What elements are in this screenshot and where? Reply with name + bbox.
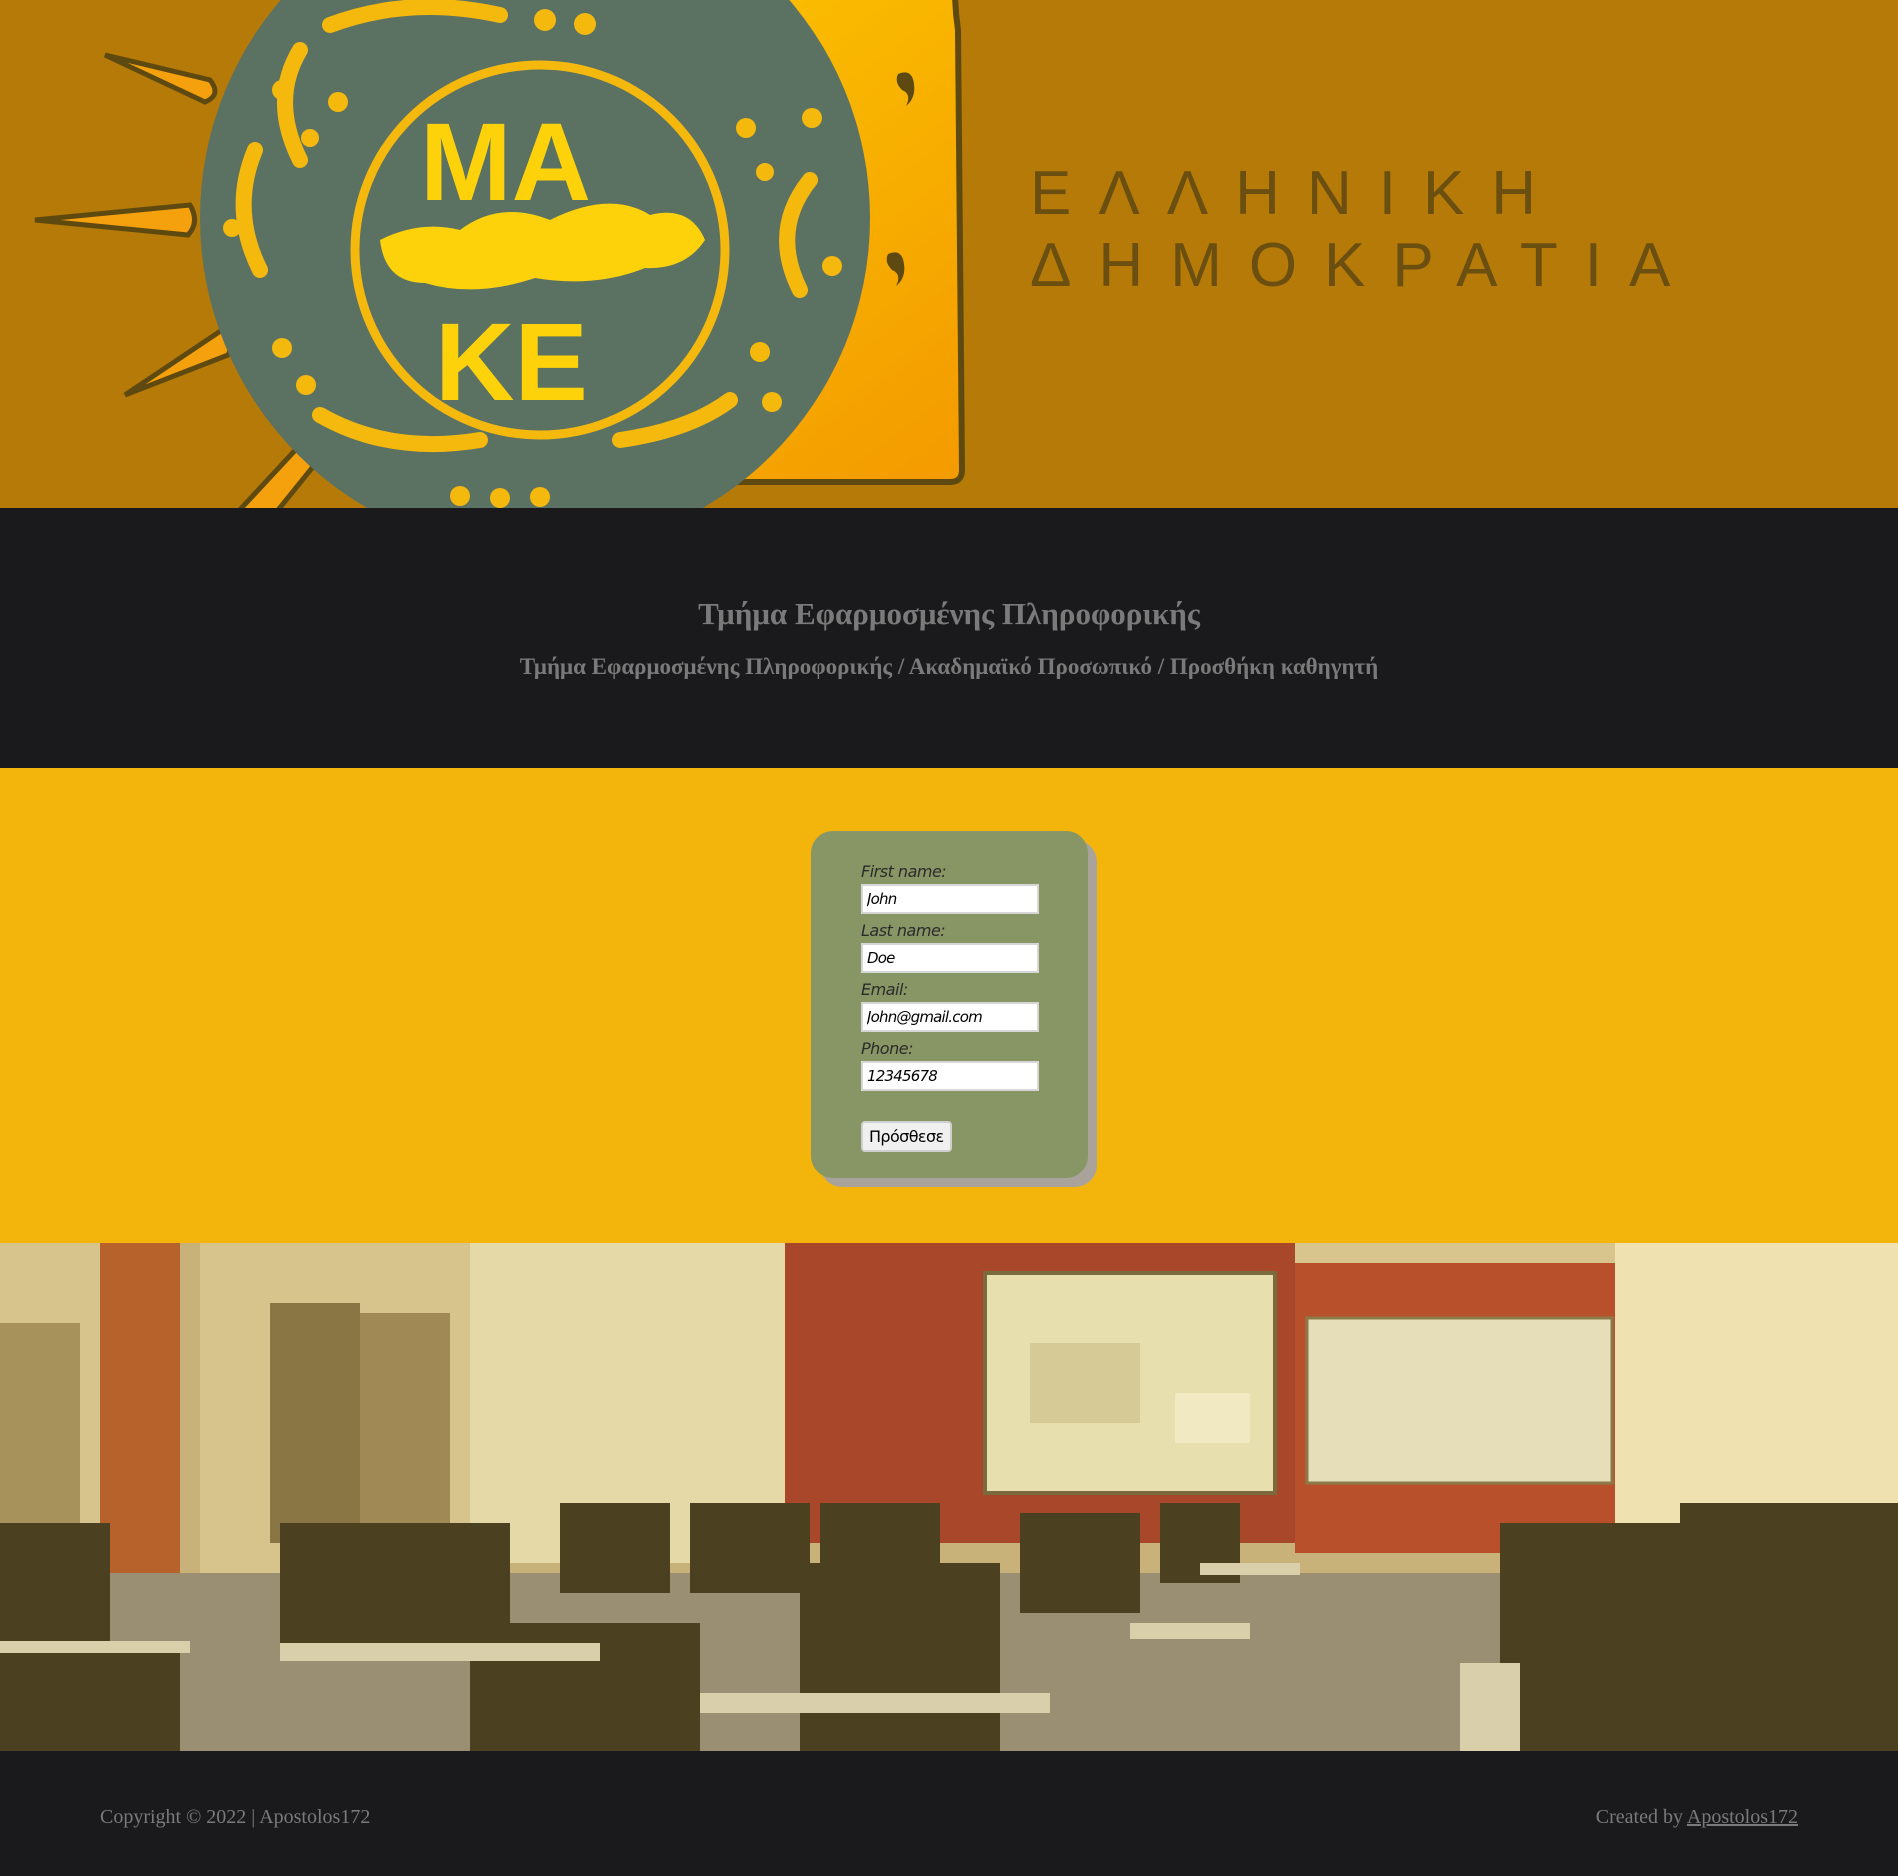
logo-letters-bottom: ΚΕ — [435, 301, 588, 424]
country-line-1: ΕΛΛΗΝΙΚΗ — [1030, 159, 1564, 228]
credit-text: Created by Apostolos172 — [1596, 1806, 1798, 1829]
add-professor-form: First name: Last name: Email: Phone: Πρό… — [811, 831, 1088, 1178]
country-line-2: ΔΗΜΟΚΡΑΤΙΑ — [1030, 231, 1698, 300]
created-by-label: Created by — [1595, 1806, 1683, 1828]
breadcrumb: Τμήμα Εφαρμοσμένης Πληροφορικής / Ακαδημ… — [519, 654, 1379, 679]
first-name-label: First name: — [861, 862, 947, 881]
email-field[interactable] — [861, 1002, 1039, 1032]
classroom-image — [0, 1243, 1898, 1751]
copyright-text: Copyright © 2022 | Apostolos172 — [100, 1806, 371, 1828]
footer: Copyright © 2022 | Apostolos172 Created … — [0, 1751, 1898, 1876]
phone-label: Phone: — [861, 1039, 913, 1058]
add-button[interactable]: Πρόσθεσε — [861, 1121, 952, 1152]
ministry-logo: ΜΑ ΚΕ — [34, 0, 966, 508]
form-band: First name: Last name: Email: Phone: Πρό… — [0, 768, 1898, 1243]
banner: ΜΑ ΚΕ ΕΛΛΗΝΙΚΗ ΔΗΜΟΚΡΑΤΙΑ — [0, 0, 1898, 508]
author-link[interactable]: Apostolos172 — [1687, 1806, 1798, 1828]
last-name-field[interactable] — [861, 943, 1039, 973]
first-name-field[interactable] — [861, 884, 1039, 914]
country-name: ΕΛΛΗΝΙΚΗ ΔΗΜΟΚΡΑΤΙΑ — [1030, 158, 1697, 302]
last-name-label: Last name: — [861, 921, 946, 940]
classroom-photo — [0, 1243, 1898, 1751]
email-label: Email: — [861, 980, 908, 999]
department-title: Τμήμα Εφαρμοσμένης Πληροφορικής — [698, 596, 1200, 631]
phone-field[interactable] — [861, 1061, 1039, 1091]
title-band: Τμήμα Εφαρμοσμένης Πληροφορικής Τμήμα Εφ… — [0, 508, 1898, 768]
logo-letters-top: ΜΑ — [420, 101, 591, 224]
